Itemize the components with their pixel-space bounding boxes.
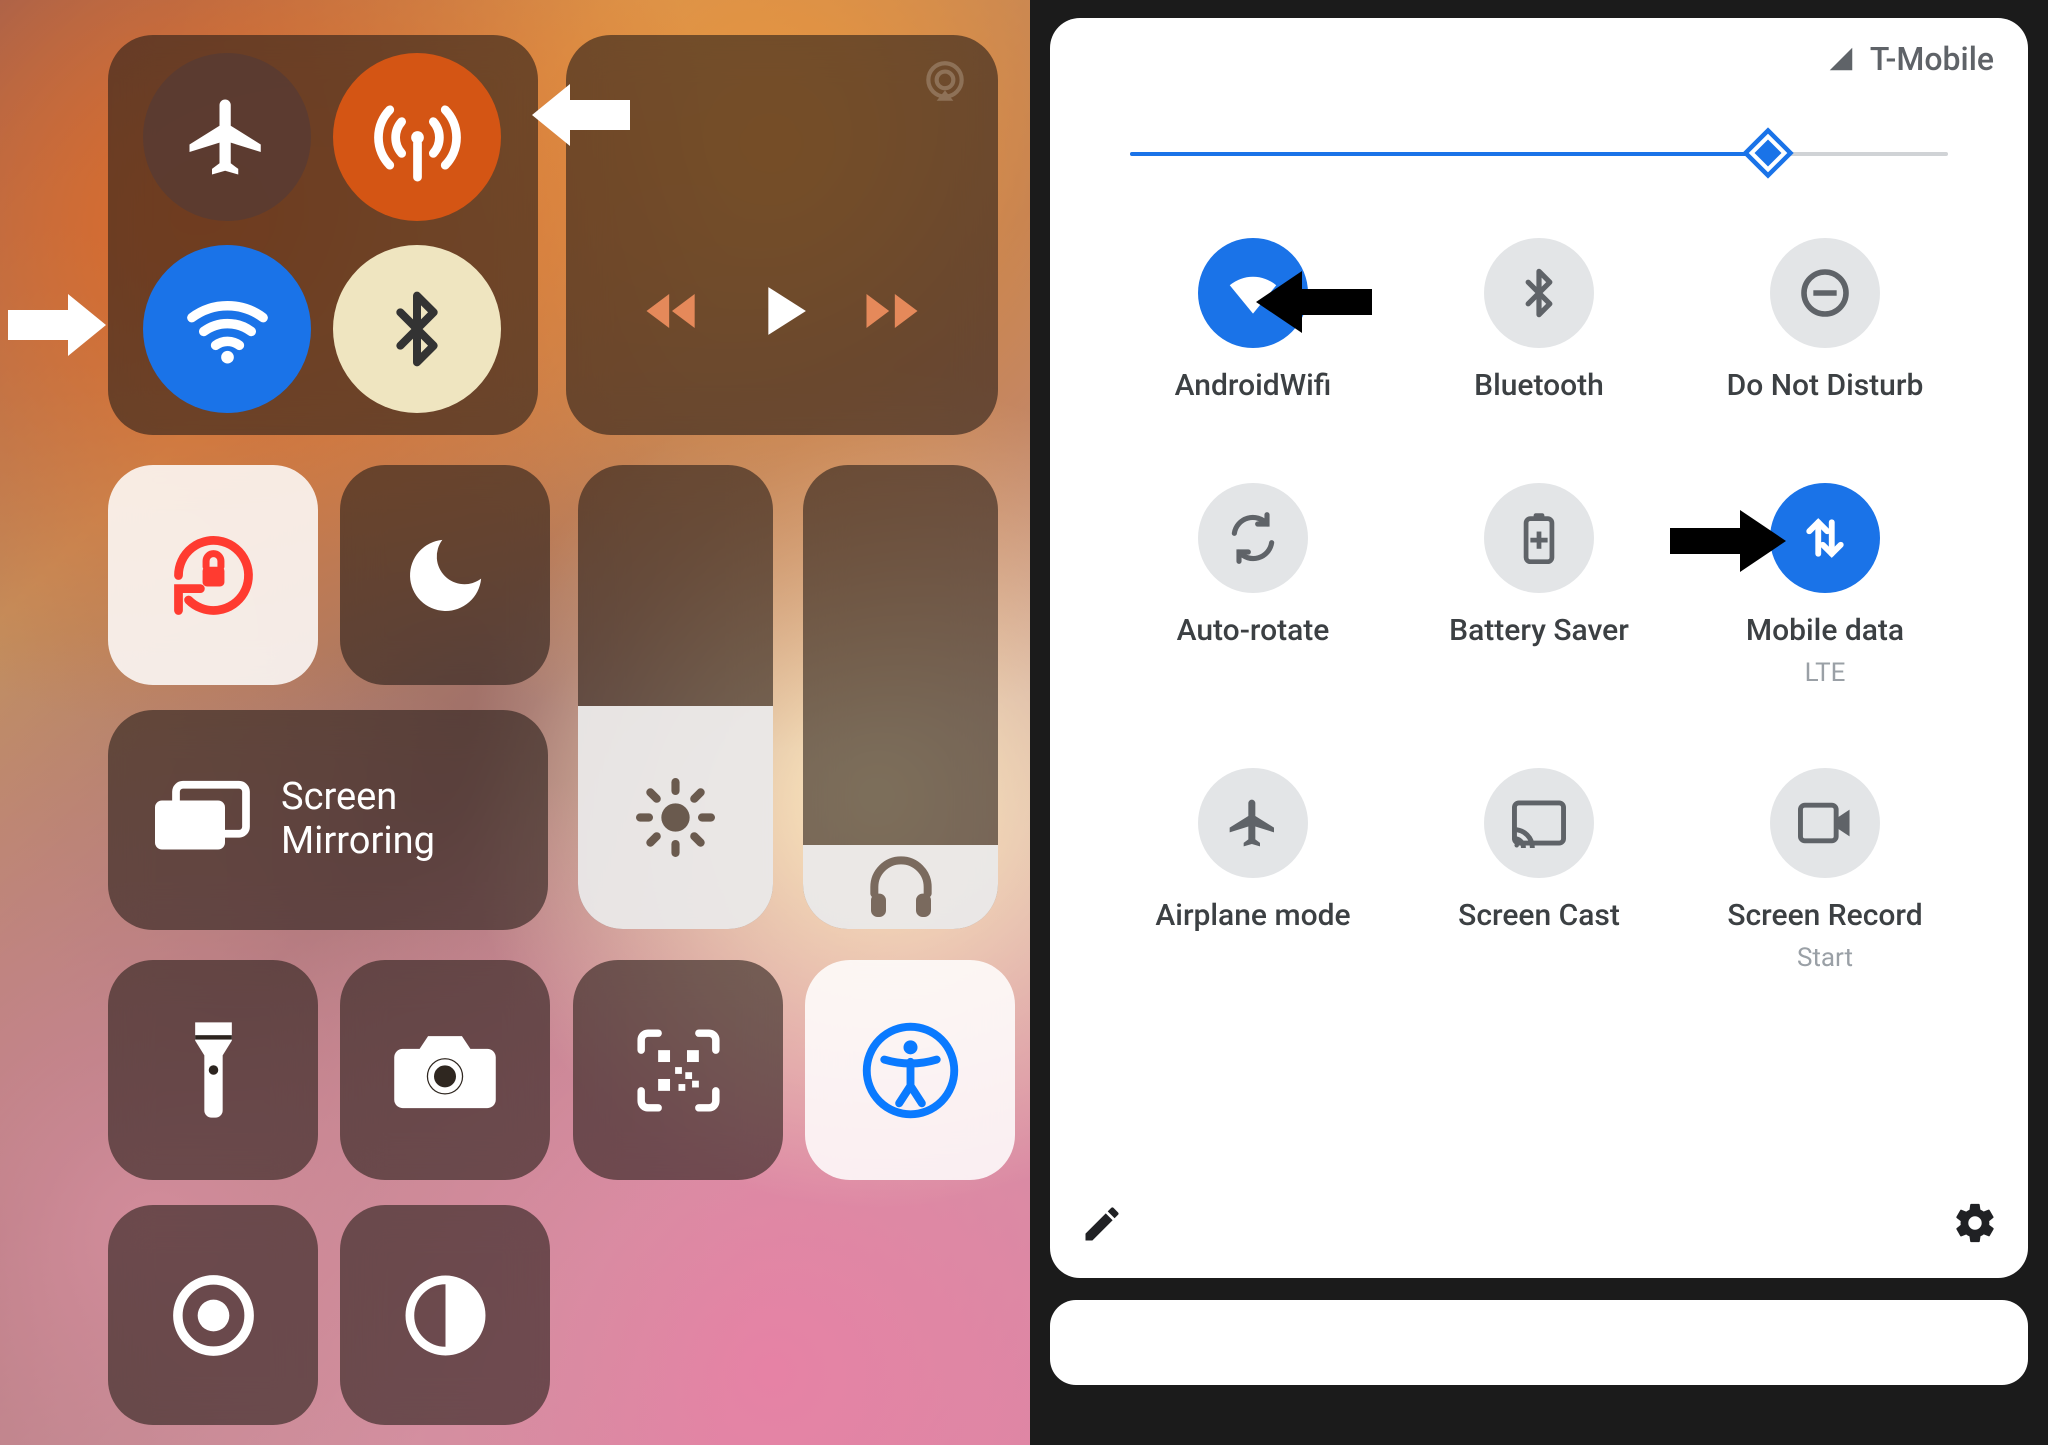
- rewind-button[interactable]: [638, 277, 706, 345]
- airplane-mode-toggle[interactable]: [143, 53, 311, 221]
- qs-label: Screen Cast: [1458, 898, 1620, 933]
- qs-sublabel: LTE: [1805, 658, 1846, 688]
- qs-label: Screen Record: [1727, 898, 1922, 933]
- bluetooth-icon: [377, 289, 457, 369]
- qs-tile-wifi[interactable]: AndroidWifi: [1110, 238, 1396, 403]
- wifi-icon: [1222, 262, 1284, 324]
- screen-mirroring-icon: [148, 778, 253, 862]
- cellular-data-toggle[interactable]: [333, 53, 501, 221]
- qs-sublabel: Start: [1797, 943, 1853, 973]
- android-quick-settings-panel: T-Mobile AndroidWifi: [1050, 18, 2028, 1278]
- battery-saver-icon: [1518, 510, 1560, 566]
- accessibility-icon: [858, 1018, 963, 1123]
- do-not-disturb-toggle[interactable]: [340, 465, 550, 685]
- brightness-slider[interactable]: [578, 465, 773, 929]
- qs-tile-dnd[interactable]: Do Not Disturb: [1682, 238, 1968, 403]
- pencil-icon: [1080, 1202, 1124, 1246]
- qs-label: Airplane mode: [1155, 898, 1350, 933]
- bluetooth-toggle[interactable]: [333, 245, 501, 413]
- bluetooth-icon: [1513, 267, 1565, 319]
- fast-forward-button[interactable]: [858, 277, 926, 345]
- rotation-lock-icon: [161, 523, 266, 628]
- do-not-disturb-icon: [1797, 265, 1853, 321]
- auto-rotate-icon: [1225, 510, 1281, 566]
- qs-label: Auto-rotate: [1177, 613, 1330, 648]
- status-carrier: T-Mobile: [1826, 40, 1994, 78]
- camera-icon: [390, 1025, 500, 1115]
- screen-mirroring-label: Screen Mirroring: [281, 776, 435, 863]
- qs-label: Do Not Disturb: [1727, 368, 1924, 403]
- carrier-label: T-Mobile: [1870, 40, 1994, 78]
- gear-icon: [1952, 1200, 1998, 1246]
- headphones-icon: [861, 847, 941, 927]
- wifi-toggle[interactable]: [143, 245, 311, 413]
- dark-mode-button[interactable]: [340, 1205, 550, 1425]
- ios-control-center: Screen Mirroring: [0, 0, 1030, 1445]
- edit-button[interactable]: [1080, 1202, 1124, 1250]
- quick-settings-grid: AndroidWifi Bluetooth Do Not Disturb: [1110, 238, 1968, 973]
- record-icon: [166, 1268, 261, 1363]
- media-controls-tile[interactable]: [566, 35, 998, 435]
- settings-button[interactable]: [1952, 1200, 1998, 1250]
- notifications-sheet-peek[interactable]: [1050, 1300, 2028, 1385]
- sun-icon: [633, 775, 718, 860]
- accessibility-button[interactable]: [805, 960, 1015, 1180]
- camera-button[interactable]: [340, 960, 550, 1180]
- airplane-icon: [1225, 795, 1281, 851]
- qs-label: Mobile data: [1746, 613, 1904, 648]
- airplane-icon: [182, 92, 272, 182]
- brightness-slider[interactable]: [1130, 138, 1948, 168]
- qs-tile-bluetooth[interactable]: Bluetooth: [1396, 238, 1682, 403]
- qs-tile-screenrecord[interactable]: Screen Record Start: [1682, 768, 1968, 973]
- qs-label: AndroidWifi: [1175, 368, 1332, 403]
- annotation-arrow-wifi: [8, 290, 98, 354]
- brightness-thumb-icon: [1741, 126, 1795, 180]
- wifi-icon: [180, 282, 275, 377]
- dark-mode-icon: [398, 1268, 493, 1363]
- flashlight-icon: [176, 1015, 251, 1125]
- mobile-data-icon: [1798, 511, 1852, 565]
- qs-tile-mobiledata[interactable]: Mobile data LTE: [1682, 483, 1968, 688]
- qs-tile-airplane[interactable]: Airplane mode: [1110, 768, 1396, 973]
- flashlight-button[interactable]: [108, 960, 318, 1180]
- airplay-icon: [920, 57, 970, 107]
- qs-tile-autorotate[interactable]: Auto-rotate: [1110, 483, 1396, 688]
- signal-icon: [1826, 44, 1856, 74]
- qs-label: Battery Saver: [1449, 613, 1629, 648]
- cellular-antenna-icon: [370, 90, 465, 185]
- orientation-lock-toggle[interactable]: [108, 465, 318, 685]
- play-button[interactable]: [741, 270, 823, 352]
- qs-tile-batterysaver[interactable]: Battery Saver: [1396, 483, 1682, 688]
- volume-slider[interactable]: [803, 465, 998, 929]
- android-quick-settings-wrapper: T-Mobile AndroidWifi: [1030, 0, 2048, 1445]
- screen-mirroring-button[interactable]: Screen Mirroring: [108, 710, 548, 930]
- qr-scanner-button[interactable]: [573, 960, 783, 1180]
- moon-icon: [398, 528, 493, 623]
- connectivity-tile[interactable]: [108, 35, 538, 435]
- qs-tile-screencast[interactable]: Screen Cast: [1396, 768, 1682, 973]
- qs-label: Bluetooth: [1474, 368, 1604, 403]
- qr-code-icon: [631, 1023, 726, 1118]
- screen-record-button[interactable]: [108, 1205, 318, 1425]
- cast-icon: [1510, 798, 1568, 848]
- screen-record-icon: [1796, 800, 1854, 846]
